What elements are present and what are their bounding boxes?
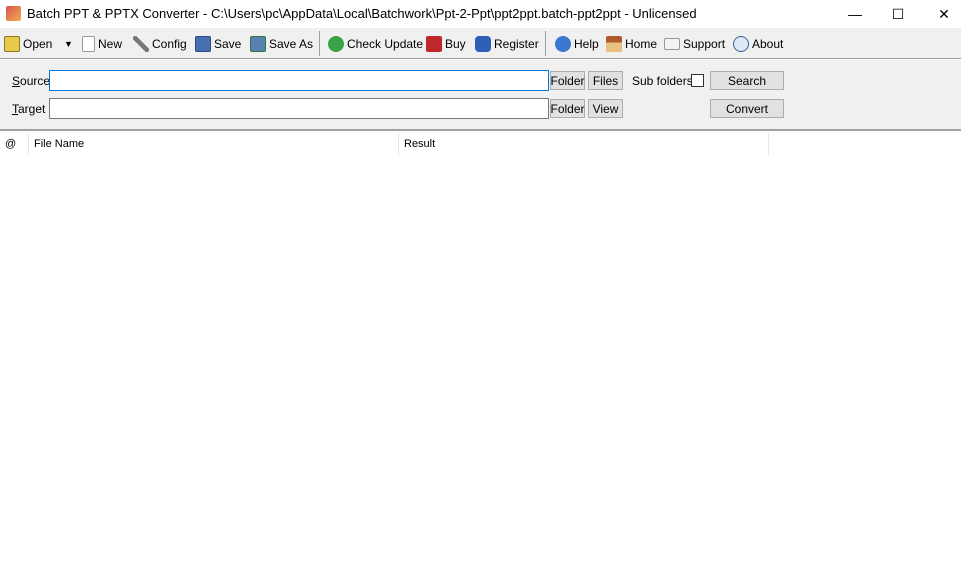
buy-label: Buy	[445, 37, 466, 51]
toolbar-separator	[319, 31, 320, 56]
column-header-file-name[interactable]: File Name	[29, 133, 399, 155]
search-button[interactable]: Search	[710, 71, 784, 90]
about-label: About	[752, 37, 784, 51]
toolbar-separator	[545, 31, 546, 56]
maximize-button[interactable]: ☐	[875, 0, 921, 28]
sub-folders-checkbox[interactable]	[691, 74, 704, 87]
close-button[interactable]: ✕	[921, 0, 961, 28]
save-as-button[interactable]: Save As	[250, 34, 313, 54]
help-label: Help	[574, 37, 599, 51]
app-icon	[6, 6, 21, 21]
mail-icon	[664, 38, 680, 50]
save-as-label: Save As	[269, 37, 314, 51]
save-as-icon	[250, 36, 266, 52]
title-bar: Batch PPT & PPTX Converter - C:\Users\pc…	[0, 0, 961, 28]
register-label: Register	[494, 37, 539, 51]
source-label: Source	[12, 74, 51, 88]
home-button[interactable]: Home	[606, 34, 657, 54]
new-label: New	[98, 37, 123, 51]
support-label: Support	[683, 37, 726, 51]
about-button[interactable]: About	[733, 34, 783, 54]
register-icon	[475, 36, 491, 52]
source-folder-button[interactable]: Folder	[550, 71, 585, 90]
window-title: Batch PPT & PPTX Converter - C:\Users\pc…	[27, 6, 697, 21]
save-button[interactable]: Save	[195, 34, 241, 54]
folder-open-icon	[4, 36, 20, 52]
toolbar: Open ▼ New Config Save Save As Check Upd…	[0, 28, 961, 59]
source-input[interactable]	[49, 70, 549, 91]
new-button[interactable]: New	[82, 34, 122, 54]
new-file-icon	[82, 36, 95, 52]
open-dropdown-button[interactable]: ▼	[64, 34, 73, 54]
sub-folders-label: Sub folders	[632, 74, 693, 88]
config-label: Config	[152, 37, 187, 51]
help-button[interactable]: Help	[555, 34, 599, 54]
column-header-at[interactable]: @	[0, 133, 29, 155]
support-button[interactable]: Support	[664, 34, 725, 54]
target-label: Target	[12, 102, 46, 116]
check-update-label: Check Update	[347, 37, 424, 51]
column-header-result[interactable]: Result	[399, 133, 769, 155]
config-button[interactable]: Config	[133, 34, 187, 54]
check-update-button[interactable]: Check Update	[328, 34, 423, 54]
home-icon	[606, 36, 622, 52]
home-label: Home	[625, 37, 658, 51]
help-icon	[555, 36, 571, 52]
refresh-icon	[328, 36, 344, 52]
open-button[interactable]: Open	[4, 34, 52, 54]
target-folder-button[interactable]: Folder	[550, 99, 585, 118]
convert-button[interactable]: Convert	[710, 99, 784, 118]
minimize-button[interactable]: —	[832, 0, 878, 28]
save-icon	[195, 36, 211, 52]
source-files-button[interactable]: Files	[588, 71, 623, 90]
source-target-panel: Source Folder Files Sub folders Search T…	[0, 60, 961, 131]
tools-icon	[133, 36, 149, 52]
target-input[interactable]	[49, 98, 549, 119]
open-label: Open	[23, 37, 53, 51]
info-icon	[733, 36, 749, 52]
cart-icon	[426, 36, 442, 52]
target-view-button[interactable]: View	[588, 99, 623, 118]
register-button[interactable]: Register	[475, 34, 539, 54]
buy-button[interactable]: Buy	[426, 34, 466, 54]
save-label: Save	[214, 37, 242, 51]
